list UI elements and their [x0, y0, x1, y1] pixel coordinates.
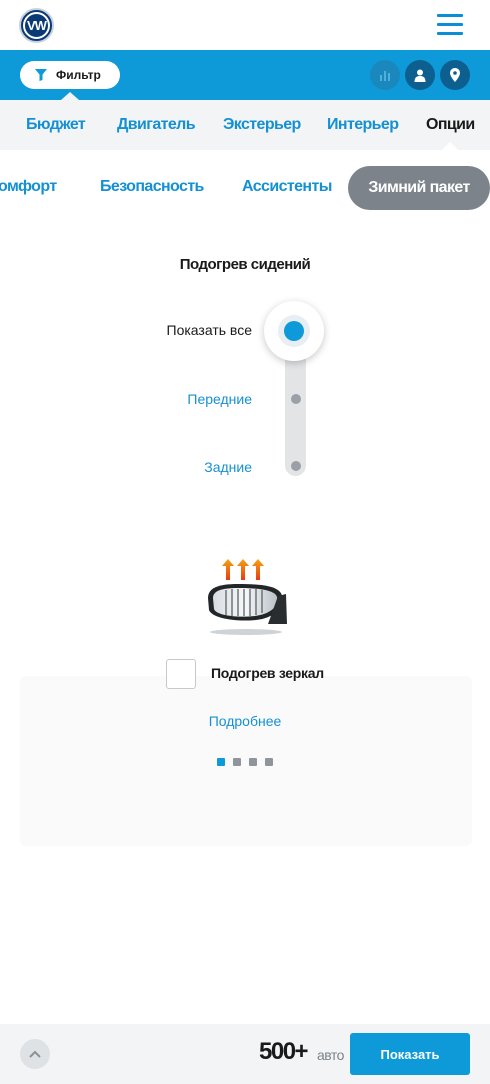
result-count: 500+ — [259, 1038, 309, 1065]
vw-logo[interactable]: VW — [19, 8, 54, 43]
tab-engine[interactable]: Двигатель — [117, 116, 196, 134]
filter-button[interactable]: Фильтр — [20, 61, 120, 89]
user-icon — [414, 69, 426, 82]
page-dot-3[interactable] — [249, 758, 257, 766]
slider-knob-core — [284, 321, 304, 341]
seat-heating-title: Подогрев сидений — [179, 256, 311, 273]
subtab-assistants[interactable]: Ассистенты — [242, 178, 332, 196]
mirror-heating-checkbox[interactable] — [166, 659, 196, 689]
seat-heating-slider-knob[interactable] — [264, 301, 324, 361]
chevron-up-icon — [29, 1050, 41, 1058]
tab-exterior[interactable]: Экстерьер — [223, 116, 301, 134]
heated-mirror-icon — [208, 559, 287, 635]
tab-pointer — [442, 142, 458, 150]
filter-label: Фильтр — [56, 68, 101, 82]
filter-pointer — [61, 92, 79, 100]
tab-interior[interactable]: Интерьер — [327, 116, 399, 134]
page-dot-4[interactable] — [265, 758, 273, 766]
option-rear[interactable]: Задние — [204, 459, 252, 475]
more-details-link[interactable]: Подробнее — [0, 713, 490, 729]
show-results-button[interactable]: Показать — [350, 1033, 470, 1075]
page-dot-1[interactable] — [217, 758, 225, 766]
page-dot-2[interactable] — [233, 758, 241, 766]
result-count-unit: авто — [317, 1047, 344, 1063]
option-show-all[interactable]: Показать все — [167, 322, 252, 338]
location-pin-icon — [450, 68, 460, 82]
hamburger-icon[interactable] — [437, 14, 463, 36]
funnel-icon — [35, 69, 47, 81]
mirror-heating-label: Подогрев зеркал — [211, 665, 324, 681]
subtab-safety[interactable]: Безопасность — [100, 178, 204, 196]
vw-logo-mark: VW — [23, 12, 50, 39]
scroll-up-button[interactable] — [20, 1039, 50, 1069]
location-button[interactable] — [440, 60, 470, 90]
category-tabs: Бюджет Двигатель Экстерьер Интерьер Опци… — [0, 100, 490, 150]
account-button[interactable] — [405, 60, 435, 90]
slider-stop-front[interactable] — [290, 394, 301, 404]
seat-heating-slider-track[interactable] — [285, 348, 306, 476]
top-header: VW — [0, 0, 490, 50]
chart-icon — [380, 71, 390, 81]
option-front[interactable]: Передние — [187, 391, 252, 407]
option-subtabs: омфорт Безопасность Ассистенты Зимний па… — [0, 150, 490, 220]
carousel-pagination — [217, 758, 273, 766]
compare-button[interactable] — [370, 60, 400, 90]
subtab-comfort[interactable]: омфорт — [0, 178, 57, 196]
results-bar: 500+ авто Показать — [0, 1024, 490, 1084]
subtab-winter-package[interactable]: Зимний пакет — [348, 166, 490, 210]
tab-options[interactable]: Опции — [426, 116, 475, 134]
tab-budget[interactable]: Бюджет — [26, 116, 86, 134]
slider-stop-rear[interactable] — [290, 461, 301, 471]
